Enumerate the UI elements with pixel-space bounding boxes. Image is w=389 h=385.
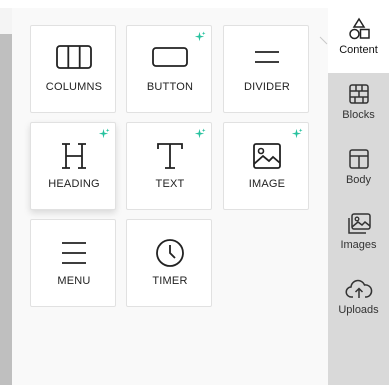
tab-uploads[interactable]: Uploads [328, 268, 389, 333]
tab-body[interactable]: Body [328, 138, 389, 203]
editor-canvas-edge [0, 8, 12, 385]
tab-images[interactable]: Images [328, 203, 389, 268]
tab-label: Uploads [338, 304, 379, 316]
tool-label: TEXT [155, 178, 185, 190]
tool-label: TIMER [152, 275, 188, 287]
tool-label: HEADING [48, 178, 100, 190]
heading-icon [62, 143, 86, 169]
tool-heading[interactable]: HEADING [30, 122, 116, 210]
tool-button[interactable]: BUTTON [126, 25, 212, 113]
tool-divider[interactable]: DIVIDER [223, 25, 309, 113]
ai-sparkle-icon [98, 128, 110, 139]
tool-text[interactable]: TEXT [126, 122, 212, 210]
columns-icon [56, 45, 92, 69]
tab-content[interactable]: Content [328, 8, 389, 73]
tab-blocks[interactable]: Blocks [328, 73, 389, 138]
tab-label: Images [340, 239, 377, 251]
menu-icon [62, 242, 86, 264]
tool-label: COLUMNS [45, 81, 103, 93]
cloud-upload-icon [345, 279, 372, 298]
divider-icon [255, 51, 279, 63]
ai-sparkle-icon [194, 31, 206, 42]
timer-icon [156, 239, 184, 267]
images-icon [347, 213, 371, 234]
editor-sidebar: Content Blocks Body Images Uploads [328, 8, 389, 385]
tool-label: MENU [57, 275, 91, 287]
page-top-edge [0, 0, 389, 8]
text-icon [157, 143, 183, 169]
tool-columns[interactable]: COLUMNS [30, 25, 116, 113]
tab-label: Blocks [342, 109, 375, 121]
tab-label: Body [345, 174, 372, 186]
tool-image[interactable]: IMAGE [223, 122, 309, 210]
button-icon [152, 47, 188, 67]
tool-menu[interactable]: MENU [30, 219, 116, 307]
body-layout-icon [348, 149, 369, 169]
image-icon [253, 143, 281, 169]
canvas-header-sliver [0, 8, 12, 34]
tab-label: Content [339, 44, 378, 56]
tool-label: IMAGE [248, 178, 286, 190]
ai-sparkle-icon [291, 128, 303, 139]
ai-sparkle-icon [194, 128, 206, 139]
content-tools-panel: COLUMNS BUTTON DIVIDER HEADING TEXT IMAG… [12, 8, 328, 385]
shapes-icon [348, 17, 370, 40]
tool-label: BUTTON [146, 81, 194, 93]
blocks-icon [348, 84, 369, 104]
tool-timer[interactable]: TIMER [126, 219, 212, 307]
tool-label: DIVIDER [243, 81, 291, 93]
